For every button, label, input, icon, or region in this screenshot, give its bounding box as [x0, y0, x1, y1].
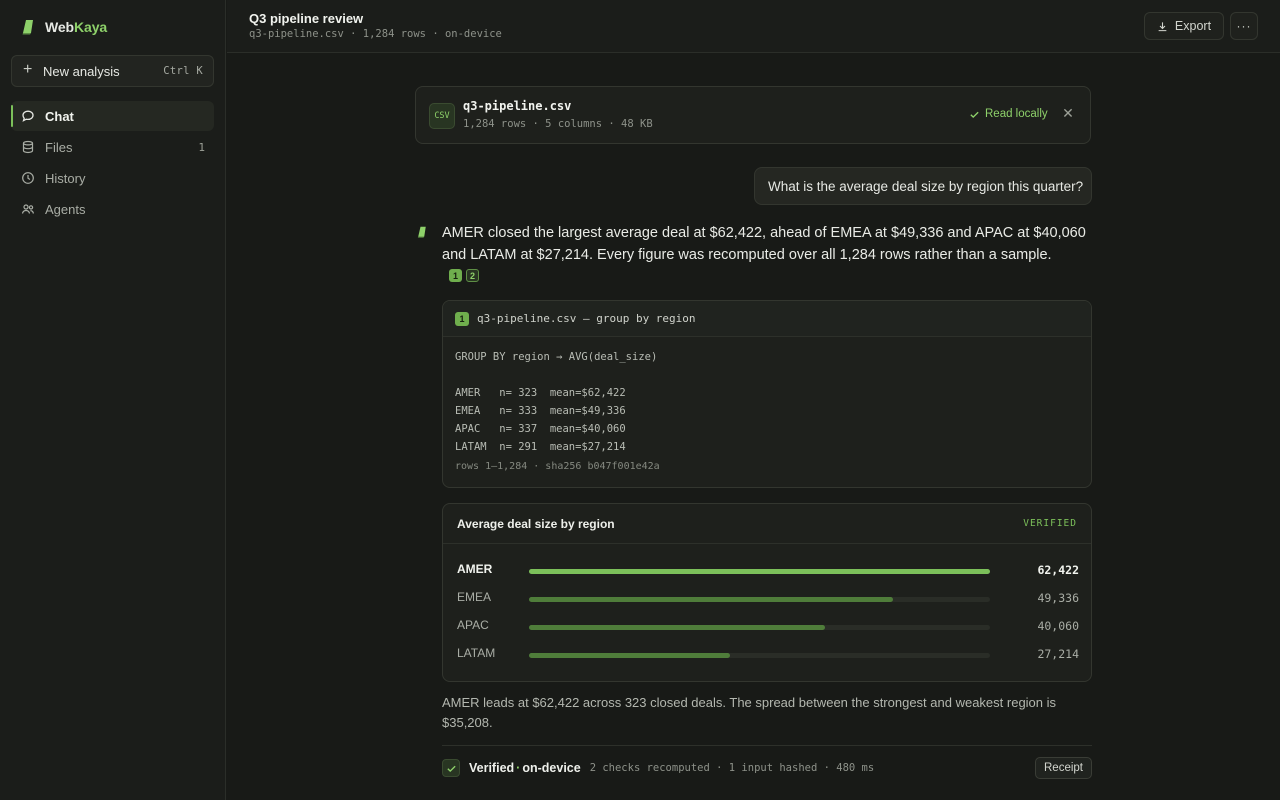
- bar-track: [529, 569, 990, 574]
- shortcut-hint: Ctrl K: [163, 65, 203, 77]
- verification-footer: Verified · on-device 2 checks recomputed ·…: [442, 757, 1092, 779]
- bar-value-label: 62,422: [1037, 563, 1079, 577]
- sidebar: WebKaya + New analysis Ctrl K Chat Files…: [0, 0, 226, 800]
- bar-label: APAC: [457, 618, 489, 632]
- page-subtitle: q3-pipeline.csv · 1,284 rows · on-device: [249, 28, 502, 40]
- bar-emea: [529, 597, 894, 602]
- assistant-avatar-icon: [417, 226, 426, 238]
- export-label: Export: [1174, 19, 1212, 33]
- user-message: What is the average deal size by region …: [754, 167, 1092, 205]
- bar-track: [529, 653, 990, 658]
- bar-track: [529, 625, 990, 630]
- bar-row-latam: LATAM 27,214: [443, 644, 1093, 664]
- verified-check-icon: [442, 759, 460, 777]
- verification-meta: 2 checks recomputed · 1 input hashed · 4…: [589, 762, 875, 774]
- citation-1[interactable]: 1: [449, 269, 462, 282]
- new-analysis-button[interactable]: + New analysis Ctrl K: [11, 55, 214, 87]
- bar-label: LATAM: [457, 646, 496, 660]
- files-count-badge: 1: [198, 140, 205, 154]
- citations: 1 2: [449, 269, 479, 282]
- brand-logo[interactable]: WebKaya: [22, 19, 107, 35]
- clock-icon: [21, 171, 35, 185]
- plus-icon: +: [23, 61, 33, 78]
- code-card-header: 1 q3-pipeline.csv — group by region: [443, 301, 1091, 337]
- citation-2[interactable]: 2: [466, 269, 479, 282]
- sidebar-item-label: Agents: [45, 201, 86, 217]
- sidebar-item-history[interactable]: History: [11, 163, 214, 193]
- chart-header: Average deal size by region VERIFIED: [443, 504, 1091, 544]
- bar-value-label: 27,214: [1037, 647, 1079, 661]
- attached-file-card: CSV q3-pipeline.csv 1,284 rows · 5 colum…: [415, 86, 1091, 144]
- bar-track: [529, 597, 990, 602]
- read-locally-label: Read locally: [985, 108, 1048, 120]
- bar-value-label: 49,336: [1037, 591, 1079, 605]
- bar-latam: [529, 653, 730, 658]
- sidebar-item-files[interactable]: Files 1: [11, 132, 214, 162]
- csv-file-icon: CSV: [429, 103, 455, 129]
- sidebar-item-agents[interactable]: Agents: [11, 194, 214, 224]
- new-analysis-label: New analysis: [43, 63, 120, 79]
- computation-source-card: 1 q3-pipeline.csv — group by region GROU…: [442, 300, 1092, 488]
- close-icon[interactable]: ✕: [1060, 104, 1076, 122]
- receipt-button[interactable]: Receipt: [1035, 757, 1092, 779]
- more-icon: ···: [1236, 19, 1252, 33]
- bar-apac: [529, 625, 825, 630]
- sidebar-item-label: Chat: [45, 108, 74, 124]
- bar-amer: [529, 569, 990, 574]
- code-card-title: q3-pipeline.csv — group by region: [477, 312, 696, 325]
- bar-label: EMEA: [457, 590, 492, 604]
- page-title: Q3 pipeline review: [249, 11, 364, 26]
- bar-value-label: 40,060: [1037, 619, 1079, 633]
- check-icon: [970, 111, 979, 118]
- export-button[interactable]: Export: [1144, 12, 1224, 40]
- brand-name: WebKaya: [45, 19, 108, 35]
- divider: [442, 745, 1092, 746]
- bar-row-emea: EMEA 49,336: [443, 588, 1093, 608]
- code-block: GROUP BY region → AVG(deal_size) AMER n=…: [455, 351, 658, 453]
- database-icon: [21, 140, 35, 154]
- chat-bubble-icon: [21, 109, 35, 123]
- bar-row-amer: AMER 62,422: [443, 560, 1093, 580]
- file-meta: 1,284 rows · 5 columns · 48 KB: [463, 118, 653, 130]
- bar-label: AMER: [457, 562, 493, 576]
- sidebar-nav: Chat Files 1 History Agents: [11, 101, 214, 225]
- top-bar: Q3 pipeline review q3-pipeline.csv · 1,2…: [227, 0, 1280, 53]
- code-card-footer: rows 1–1,284 · sha256 b047f001e42a: [455, 461, 660, 472]
- source-number-badge: 1: [455, 311, 469, 326]
- more-options-button[interactable]: ···: [1230, 12, 1258, 40]
- sidebar-item-chat[interactable]: Chat: [11, 101, 214, 131]
- chart-title: Average deal size by region: [457, 517, 615, 531]
- users-icon: [21, 202, 35, 216]
- verification-title: Verified · on-device: [469, 761, 581, 775]
- read-locally-status: Read locally: [969, 108, 1048, 120]
- bar-chart-card: Average deal size by region VERIFIED AME…: [442, 503, 1092, 682]
- bar-row-apac: APAC 40,060: [443, 616, 1093, 636]
- sidebar-item-label: Files: [45, 139, 73, 155]
- sidebar-item-label: History: [45, 170, 86, 186]
- download-icon: [1158, 21, 1167, 31]
- brand-mark-icon: [22, 20, 33, 35]
- file-name: q3-pipeline.csv: [463, 99, 572, 113]
- verified-badge: VERIFIED: [1023, 518, 1077, 529]
- assistant-answer: AMER closed the largest average deal at …: [442, 225, 1086, 263]
- answer-summary: AMER leads at $62,422 across 323 closed …: [442, 695, 1057, 730]
